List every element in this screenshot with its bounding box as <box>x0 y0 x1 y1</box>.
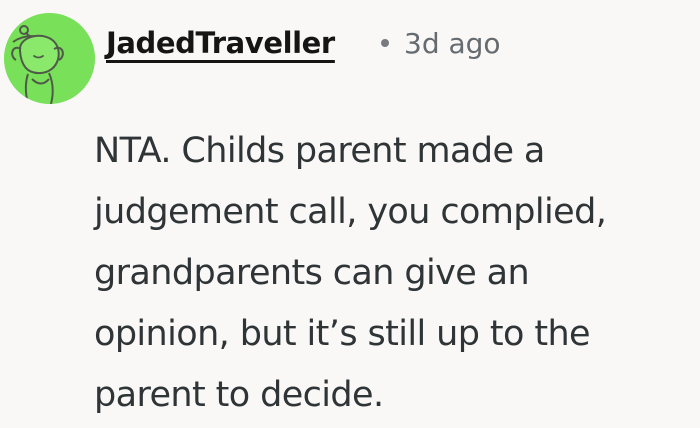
comment-body-line: NTA. Childs parent made a <box>94 131 545 171</box>
snoo-avatar-icon <box>4 13 95 104</box>
comment-body-line: opinion, but it’s still up to the <box>94 314 591 354</box>
comment-body: NTA. Childs parent made a judgement call… <box>94 121 664 426</box>
comment-body-line: parent to decide. <box>94 375 384 415</box>
metadata-separator-dot <box>381 39 389 47</box>
reddit-comment-card: JadedTraveller 3d ago NTA. Childs parent… <box>0 0 700 428</box>
user-avatar[interactable] <box>4 13 95 104</box>
comment-timestamp: 3d ago <box>404 27 501 60</box>
username-link[interactable]: JadedTraveller <box>106 22 335 64</box>
comment-body-line: judgement call, you complied, <box>94 192 607 232</box>
comment-body-line: grandparents can give an <box>94 253 530 293</box>
comment-header: JadedTraveller 3d ago <box>0 0 700 108</box>
